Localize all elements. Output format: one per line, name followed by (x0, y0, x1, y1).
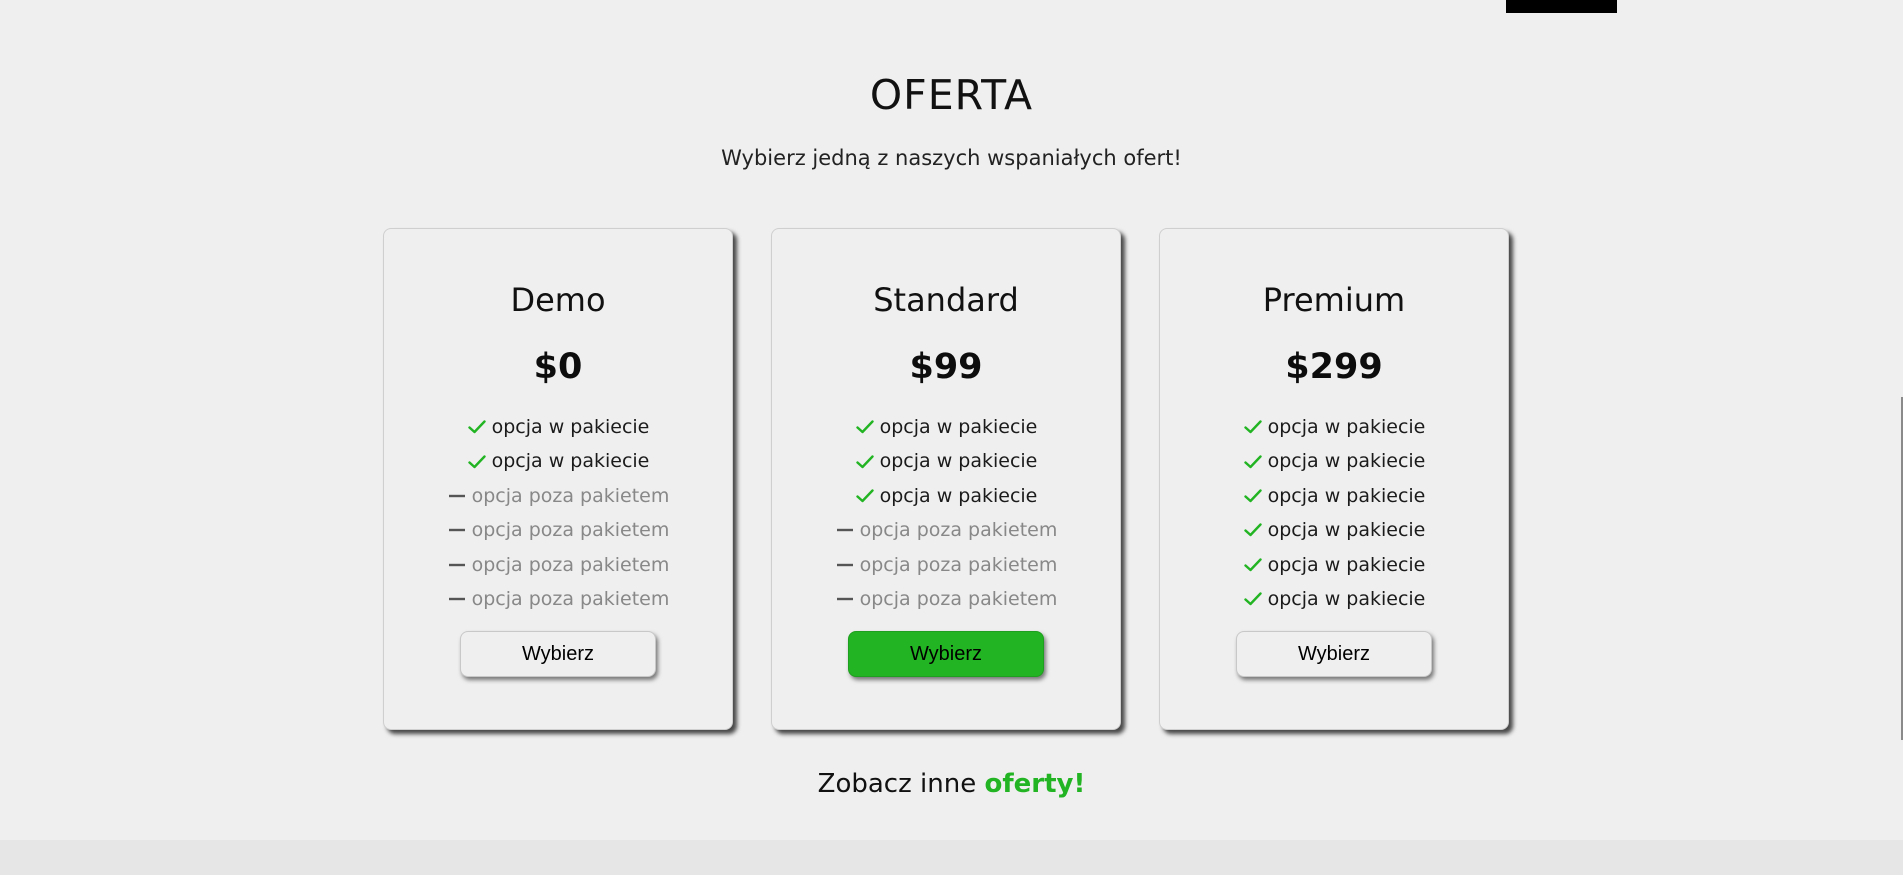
feature-item: opcja w pakiecie (1243, 410, 1426, 444)
feature-text: opcja w pakiecie (879, 416, 1038, 438)
feature-item: opcja poza pakietem (835, 548, 1058, 582)
feature-item: opcja w pakiecie (1243, 444, 1426, 478)
choose-plan-button-demo[interactable]: Wybierz (460, 631, 656, 677)
feature-text: opcja w pakiecie (879, 484, 1038, 507)
choose-plan-button-standard[interactable]: Wybierz (848, 631, 1044, 677)
check-icon (1243, 558, 1263, 572)
plan-name: Demo (510, 281, 606, 319)
feature-item: opcja poza pakietem (835, 513, 1058, 547)
plan-price: $99 (909, 347, 983, 387)
feature-item: opcja w pakiecie (1243, 513, 1426, 547)
feature-item: opcja w pakiecie (1243, 548, 1426, 582)
check-icon (855, 420, 875, 434)
feature-text: opcja w pakiecie (1267, 587, 1426, 610)
footer (0, 840, 1903, 875)
feature-list: opcja w pakiecie opcja w pakiecie opcja po… (384, 410, 732, 616)
check-icon (1243, 592, 1263, 606)
other-offers-link[interactable]: oferty! (984, 769, 1085, 799)
dash-icon (447, 493, 467, 499)
plan-card-demo: Demo $0 opcja w pakiecie opcja w pakiecie… (383, 228, 733, 730)
feature-text: opcja poza pakietem (471, 519, 670, 542)
page-title: OFERTA (869, 71, 1034, 120)
other-offers-text: Zobacz inne (817, 769, 977, 799)
feature-text: opcja poza pakietem (471, 553, 670, 576)
check-icon (855, 454, 875, 469)
feature-text: opcja w pakiecie (879, 450, 1038, 473)
feature-text: opcja w pakiecie (1267, 484, 1426, 507)
pricing-page: OFERTA Wybierz jedną z naszych wspaniały… (0, 0, 1903, 875)
feature-text: opcja w pakiecie (1267, 416, 1426, 438)
page-subtitle: Wybierz jedną z naszych wspaniałych ofer… (721, 146, 1182, 170)
feature-item: opcja poza pakietem (447, 548, 670, 582)
dash-icon (835, 562, 855, 568)
feature-item: opcja poza pakietem (447, 513, 670, 547)
check-icon (467, 420, 487, 434)
feature-text: opcja w pakiecie (491, 450, 650, 473)
dash-icon (835, 527, 855, 533)
check-icon (1243, 489, 1263, 503)
feature-item: opcja w pakiecie (1243, 479, 1426, 513)
dash-icon (447, 527, 467, 533)
check-icon (855, 489, 875, 503)
pricing-cards: Demo $0 opcja w pakiecie opcja w pakiecie… (383, 228, 1518, 732)
feature-item: opcja poza pakietem (447, 479, 670, 513)
dash-icon (447, 562, 467, 568)
feature-list: opcja w pakiecie opcja w pakiecie opcja w … (772, 410, 1120, 616)
feature-text: opcja w pakiecie (1267, 519, 1426, 542)
feature-list: opcja w pakiecie opcja w pakiecie opcja w … (1160, 410, 1508, 616)
feature-item: opcja w pakiecie (467, 410, 650, 444)
feature-item: opcja poza pakietem (835, 582, 1058, 616)
feature-text: opcja poza pakietem (859, 553, 1058, 576)
top-black-block[interactable] (1506, 0, 1617, 13)
feature-text: opcja poza pakietem (859, 519, 1058, 542)
check-icon (1243, 523, 1263, 537)
plan-card-premium: Premium $299 opcja w pakiecie opcja w pak… (1159, 228, 1509, 730)
choose-plan-button-premium[interactable]: Wybierz (1236, 631, 1432, 677)
check-icon (467, 454, 487, 469)
plan-price: $0 (533, 347, 583, 387)
feature-text: opcja poza pakietem (471, 587, 670, 610)
feature-item: opcja poza pakietem (447, 582, 670, 616)
plan-name: Premium (1262, 281, 1406, 319)
other-offers-line: Zobacz inne oferty! (0, 769, 1903, 799)
plan-name: Standard (873, 281, 1019, 319)
check-icon (1243, 420, 1263, 434)
feature-text: opcja w pakiecie (1267, 553, 1426, 576)
feature-item: opcja w pakiecie (467, 444, 650, 478)
feature-item: opcja w pakiecie (855, 479, 1038, 513)
feature-item: opcja w pakiecie (855, 410, 1038, 444)
dash-icon (447, 596, 467, 602)
feature-item: opcja w pakiecie (855, 444, 1038, 478)
feature-item: opcja w pakiecie (1243, 582, 1426, 616)
dash-icon (835, 596, 855, 602)
feature-text: opcja poza pakietem (471, 484, 670, 507)
feature-text: opcja poza pakietem (859, 587, 1058, 610)
plan-card-standard: Standard $99 opcja w pakiecie opcja w pak… (771, 228, 1121, 730)
feature-text: opcja w pakiecie (491, 416, 650, 438)
plan-price: $299 (1285, 347, 1383, 387)
check-icon (1243, 454, 1263, 469)
feature-text: opcja w pakiecie (1267, 450, 1426, 473)
